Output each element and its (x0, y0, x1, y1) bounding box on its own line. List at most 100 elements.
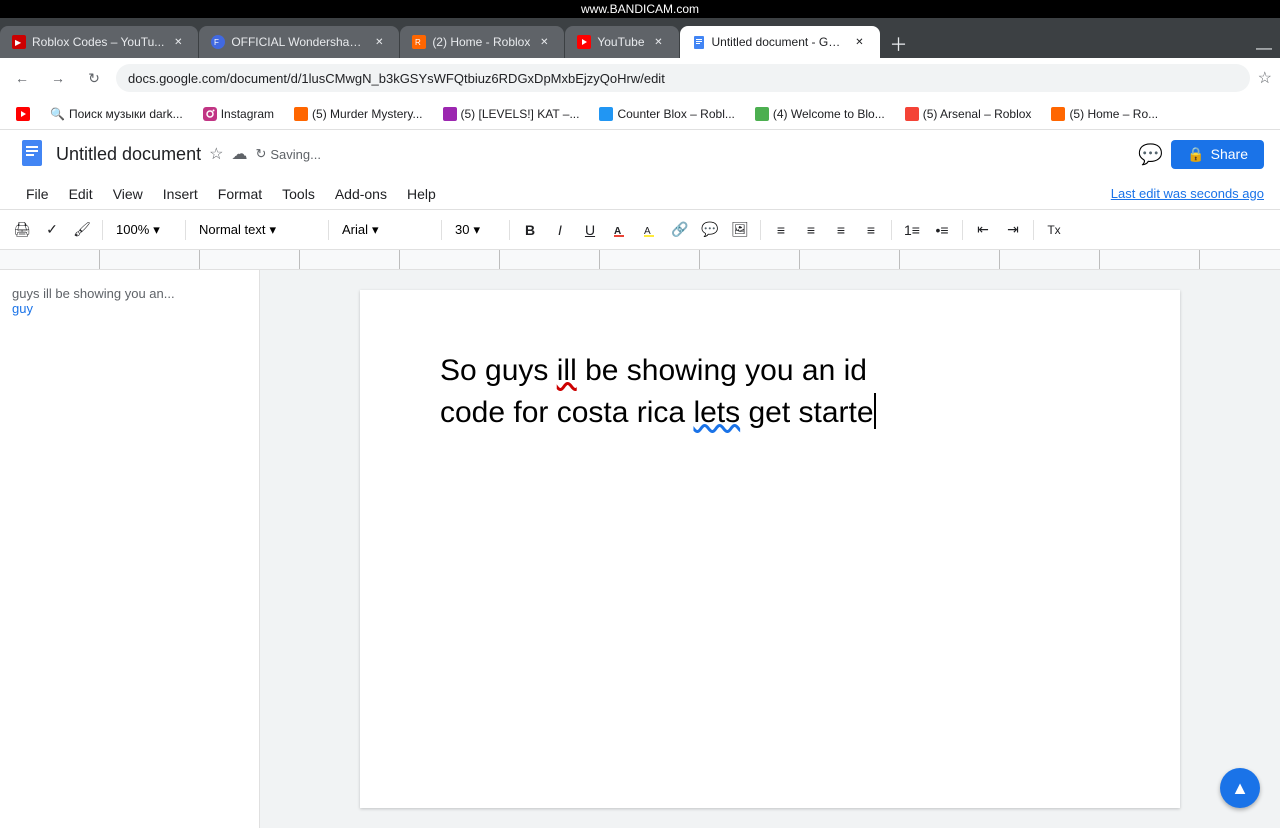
tab-docs[interactable]: Untitled document - Google... ✕ (680, 26, 880, 58)
underline-button[interactable]: U (576, 216, 604, 244)
clear-format-button[interactable]: Tx (1040, 216, 1068, 244)
increase-indent-button[interactable]: ⇥ (999, 216, 1027, 244)
menu-format[interactable]: Format (208, 182, 272, 206)
bookmark-kat[interactable]: (5) [LEVELS!] KAT –... (435, 105, 588, 123)
bookmark-yt[interactable] (8, 105, 38, 123)
text-cursor (874, 393, 876, 429)
doc-text-content[interactable]: So guys ill be showing you an id code fo… (440, 350, 1100, 434)
svg-text:R: R (415, 38, 421, 47)
menu-help[interactable]: Help (397, 182, 446, 206)
docs-saving-status: ↻ Saving... (255, 146, 321, 162)
tab-youtube-close[interactable]: ✕ (651, 34, 667, 50)
bookmark-counter-blox-label: Counter Blox – Robl... (617, 107, 734, 121)
new-tab-button[interactable]: ＋ (885, 30, 913, 58)
last-edit-text[interactable]: Last edit was seconds ago (1111, 186, 1264, 201)
star-icon[interactable]: ☆ (209, 144, 223, 164)
align-right-button[interactable]: ≡ (827, 216, 855, 244)
toolbar-sep-2 (185, 220, 186, 240)
docs-header-right: 💬 🔒 Share (1138, 140, 1264, 169)
menu-insert[interactable]: Insert (153, 182, 208, 206)
bookmark-search-music[interactable]: 🔍 Поиск музыки dark... (42, 105, 191, 123)
comment-button[interactable]: 💬 (1138, 142, 1163, 167)
doc-area[interactable]: So guys ill be showing you an id code fo… (260, 270, 1280, 828)
doc-page: So guys ill be showing you an id code fo… (360, 290, 1180, 808)
doc-line1: So guys ill be showing you an id (440, 354, 867, 387)
bandicam-watermark: www.BANDICAM.com (0, 0, 1280, 18)
bookmark-counter-blox[interactable]: Counter Blox – Robl... (591, 105, 742, 123)
tab-docs-close[interactable]: ✕ (852, 34, 868, 50)
youtube-favicon-icon (577, 35, 591, 49)
forward-button[interactable]: → (44, 64, 72, 92)
bookmark-murder-mystery[interactable]: (5) Murder Mystery... (286, 105, 430, 123)
docs-title-icons: ☆ ☁ (209, 144, 247, 164)
bookmark-arsenal[interactable]: (5) Arsenal – Roblox (897, 105, 1040, 123)
share-button[interactable]: 🔒 Share (1171, 140, 1264, 169)
bookmark-welcome-blo-label: (4) Welcome to Blo... (773, 107, 885, 121)
style-dropdown[interactable]: Normal text ▾ (192, 216, 322, 244)
address-input[interactable] (116, 64, 1250, 92)
spelling-button[interactable]: ✓ (38, 216, 66, 244)
tab-home-roblox[interactable]: R (2) Home - Roblox ✕ (400, 26, 564, 58)
bookmark-home-roblox2[interactable]: (5) Home – Ro... (1043, 105, 1166, 123)
zoom-value: 100% (116, 222, 149, 237)
docs-logo-icon (16, 138, 48, 170)
link-button[interactable]: 🔗 (666, 216, 694, 244)
bookmark-home-roblox2-label: (5) Home – Ro... (1069, 107, 1158, 121)
align-left-button[interactable]: ≡ (767, 216, 795, 244)
tab-roblox-codes[interactable]: ▶ Roblox Codes – YouTu... ✕ (0, 26, 198, 58)
decrease-indent-button[interactable]: ⇤ (969, 216, 997, 244)
saving-text: Saving... (270, 147, 321, 162)
print-button[interactable]: 🖨 (8, 216, 36, 244)
text-color-button[interactable]: A (606, 216, 634, 244)
kat-icon (443, 107, 457, 121)
home-roblox2-icon (1051, 107, 1065, 121)
menu-view[interactable]: View (103, 182, 153, 206)
bulleted-list-button[interactable]: •≡ (928, 216, 956, 244)
tab-filmora[interactable]: F OFFICIAL Wondershare Filmm... ✕ (199, 26, 399, 58)
numbered-list-button[interactable]: 1≡ (898, 216, 926, 244)
font-size-dropdown[interactable]: 30 ▾ (448, 216, 503, 244)
toolbar-sep-9 (1033, 220, 1034, 240)
doc-line2: code for costa rica lets get starte (440, 396, 876, 429)
bookmark-instagram[interactable]: Instagram (195, 105, 282, 123)
bold-button[interactable]: B (516, 216, 544, 244)
cloud-icon[interactable]: ☁ (231, 144, 247, 164)
ruler (0, 250, 1280, 270)
tab-youtube-title: YouTube (597, 35, 644, 49)
tab-roblox-close[interactable]: ✕ (170, 34, 186, 50)
minimize-button[interactable]: — (1248, 40, 1280, 58)
tab-filmora-close[interactable]: ✕ (371, 34, 387, 50)
menu-tools[interactable]: Tools (272, 182, 325, 206)
murder-mystery-icon (294, 107, 308, 121)
italic-button[interactable]: I (546, 216, 574, 244)
sidebar-outline-text: guys ill be showing you an... (12, 286, 247, 301)
sidebar-outline-link[interactable]: guy (12, 301, 247, 316)
menu-file[interactable]: File (16, 182, 59, 206)
tab-youtube[interactable]: YouTube ✕ (565, 26, 678, 58)
menu-addons[interactable]: Add-ons (325, 182, 397, 206)
bookmark-icon[interactable]: ☆ (1258, 68, 1272, 88)
toolbar-sep-7 (891, 220, 892, 240)
scroll-to-top-button[interactable]: ▲ (1220, 768, 1260, 808)
squiggly-lets: lets (693, 396, 740, 429)
zoom-dropdown[interactable]: 100% ▾ (109, 216, 179, 244)
zoom-chevron-icon: ▾ (153, 222, 160, 238)
bookmark-welcome-to-blo[interactable]: (4) Welcome to Blo... (747, 105, 893, 123)
menu-bar: File Edit View Insert Format Tools Add-o… (0, 178, 1280, 210)
menu-edit[interactable]: Edit (59, 182, 103, 206)
insert-comment-button[interactable]: 💬 (696, 216, 724, 244)
justify-button[interactable]: ≡ (857, 216, 885, 244)
text-color-icon: A (612, 222, 628, 238)
insert-image-button[interactable]: 🖼 (726, 216, 754, 244)
tab-filmora-title: OFFICIAL Wondershare Filmm... (231, 35, 365, 49)
reload-button[interactable]: ↻ (80, 64, 108, 92)
toolbar-sep-5 (509, 220, 510, 240)
filmora-favicon-icon: F (211, 35, 225, 49)
highlight-button[interactable]: A (636, 216, 664, 244)
paint-format-button[interactable]: 🖌 (68, 216, 96, 244)
back-button[interactable]: ← (8, 64, 36, 92)
font-dropdown[interactable]: Arial ▾ (335, 216, 435, 244)
main-content: guys ill be showing you an... guy So guy… (0, 270, 1280, 828)
align-center-button[interactable]: ≡ (797, 216, 825, 244)
tab-home-roblox-close[interactable]: ✕ (536, 34, 552, 50)
